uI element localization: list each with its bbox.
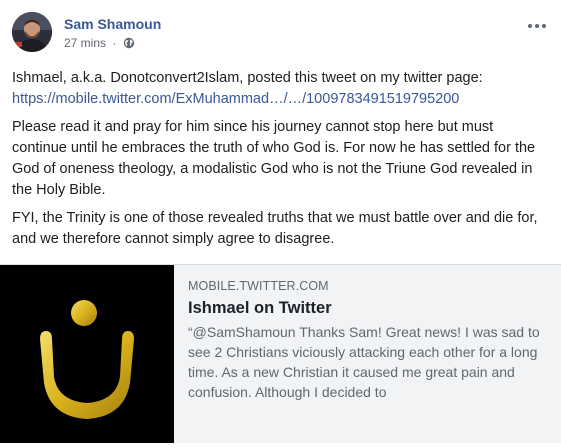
post-body: Ishmael, a.k.a. Donotconvert2Islam, post… bbox=[12, 68, 549, 257]
tweet-link[interactable]: https://mobile.twitter.com/ExMuhammad…/…… bbox=[12, 91, 459, 107]
author-name-link[interactable]: Sam Shamoun bbox=[64, 16, 161, 32]
post-timestamp[interactable]: 27 mins bbox=[64, 36, 106, 50]
more-options-icon[interactable] bbox=[525, 18, 549, 34]
menu-dot bbox=[535, 24, 539, 28]
author-avatar[interactable] bbox=[12, 12, 52, 52]
link-description: “@SamShamoun Thanks Sam! Great news! I w… bbox=[188, 324, 540, 400]
globe-icon[interactable] bbox=[123, 37, 135, 52]
link-card-text: MOBILE.TWITTER.COM Ishmael on Twitter “@… bbox=[188, 279, 552, 402]
arabic-nun-symbol-icon bbox=[40, 300, 134, 419]
post-paragraph-2: Please read it and pray for him since hi… bbox=[12, 119, 536, 198]
menu-dot bbox=[528, 24, 532, 28]
link-thumbnail[interactable] bbox=[0, 265, 174, 443]
avatar-image bbox=[12, 12, 52, 52]
link-preview-card[interactable]: MOBILE.TWITTER.COM Ishmael on Twitter “@… bbox=[0, 264, 561, 443]
facebook-post: Sam Shamoun 27 mins · Ishmael, a.k.a. Do… bbox=[0, 0, 561, 443]
post-paragraph-3: FYI, the Trinity is one of those reveale… bbox=[12, 210, 538, 247]
menu-dot bbox=[542, 24, 546, 28]
post-paragraph-1: Ishmael, a.k.a. Donotconvert2Islam, post… bbox=[12, 68, 549, 110]
link-domain: MOBILE.TWITTER.COM bbox=[188, 279, 329, 293]
post-meta: 27 mins · bbox=[64, 36, 135, 52]
post-header: Sam Shamoun 27 mins · bbox=[12, 12, 549, 60]
meta-separator: · bbox=[112, 36, 117, 50]
link-title[interactable]: Ishmael on Twitter bbox=[188, 299, 552, 318]
post-paragraph-1-text: Ishmael, a.k.a. Donotconvert2Islam, post… bbox=[12, 70, 483, 86]
